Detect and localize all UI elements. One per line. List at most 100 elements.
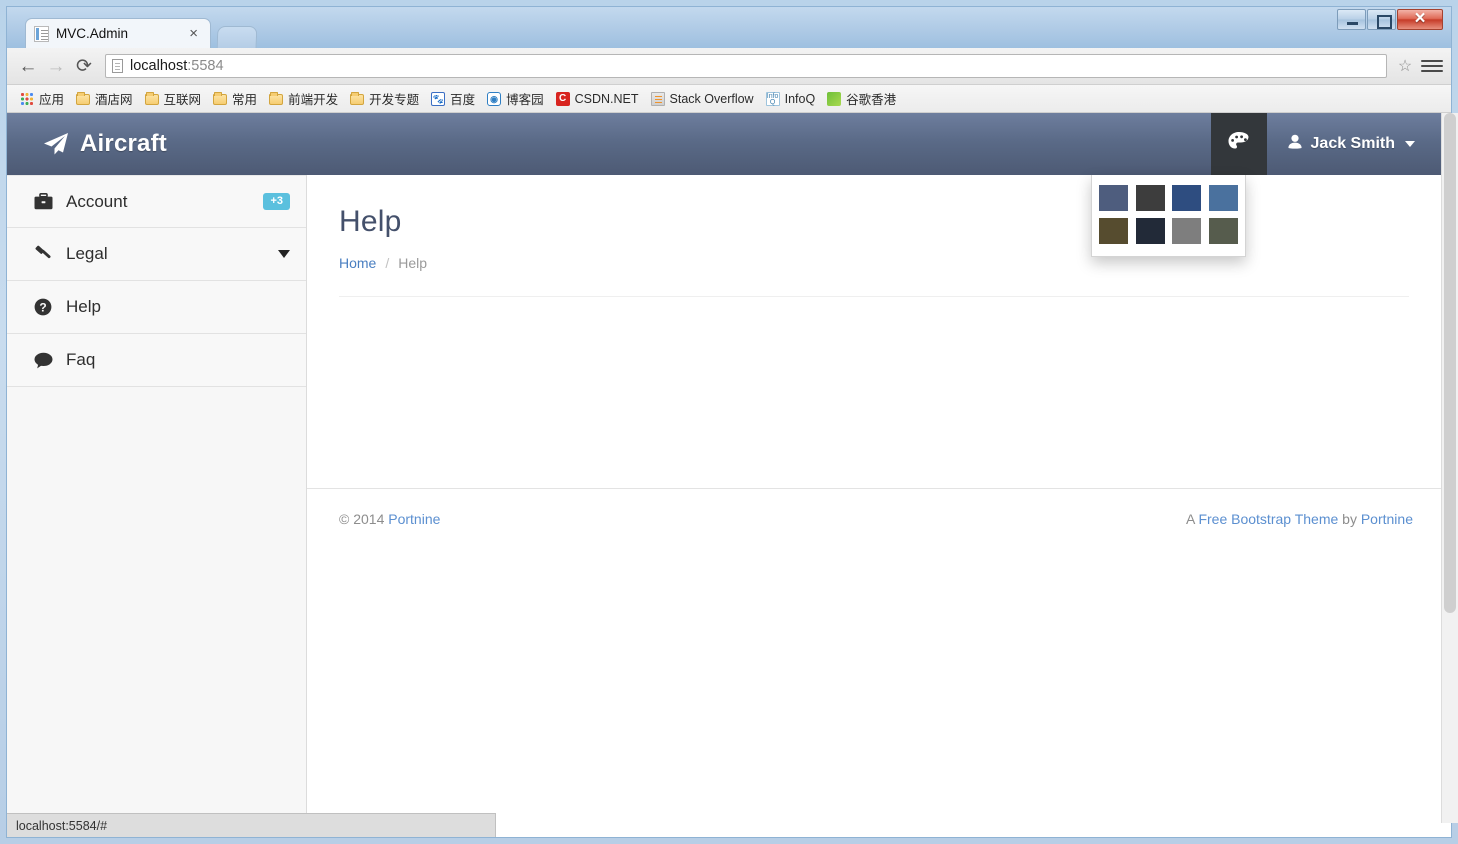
user-name: Jack Smith	[1310, 135, 1395, 152]
header-right: Jack Smith	[1210, 113, 1441, 175]
bookmarks-bar: 应用 酒店网 互联网 常用 前端开发 开发专题 🐾 百度 ◉ 博客园 C CSD…	[7, 85, 1451, 113]
browser-tab[interactable]: MVC.Admin ×	[25, 18, 211, 48]
bookmark-baidu[interactable]: 🐾 百度	[425, 87, 481, 110]
browser-tabstrip: MVC.Admin ×	[7, 7, 1451, 48]
page-viewport: Aircraft Jack Smith Account +3 Legal ? H…	[7, 113, 1441, 823]
google-icon	[827, 91, 842, 106]
scrollbar-thumb[interactable]	[1444, 113, 1456, 613]
bookmark-label: 应用	[39, 93, 65, 107]
tab-title: MVC.Admin	[56, 26, 129, 41]
csdn-icon: C	[555, 91, 570, 106]
url-path: :5584	[187, 58, 224, 74]
breadcrumb-current: Help	[398, 255, 428, 271]
infoq-icon: Info Q	[765, 91, 780, 106]
address-bar[interactable]: localhost :5584	[105, 54, 1387, 78]
swatch-theme-moss[interactable]	[1208, 218, 1238, 244]
user-icon	[1287, 134, 1303, 155]
gavel-icon	[31, 245, 55, 263]
bookmark-label: 百度	[450, 93, 476, 107]
back-icon[interactable]: ←	[15, 53, 41, 79]
page-scrollbar[interactable]	[1441, 113, 1458, 823]
hamburger-menu-icon[interactable]	[1421, 54, 1443, 78]
caret-down-icon	[1405, 141, 1415, 147]
footer-copyright: © 2014 Portnine	[339, 511, 440, 527]
app-header: Aircraft Jack Smith	[7, 113, 1441, 175]
bookmark-label: 互联网	[163, 93, 202, 107]
bookmark-csdn[interactable]: C CSDN.NET	[550, 90, 645, 108]
sidebar-item-legal[interactable]: Legal	[7, 228, 306, 281]
bookmark-label: 前端开发	[288, 93, 339, 107]
bookmark-apps[interactable]: 应用	[14, 87, 70, 110]
bookmark-jiudianwang[interactable]: 酒店网	[70, 87, 139, 110]
swatch-theme-slate-blue[interactable]	[1099, 185, 1129, 211]
sidebar-item-faq[interactable]: Faq	[7, 334, 306, 387]
sidebar-item-help[interactable]: ? Help	[7, 281, 306, 334]
swatch-theme-gray[interactable]	[1172, 218, 1202, 244]
close-window-icon[interactable]	[1397, 8, 1443, 30]
bookmark-google-hk[interactable]: 谷歌香港	[821, 87, 902, 110]
bookmark-star-icon[interactable]: ☆	[1393, 54, 1417, 78]
baidu-icon: 🐾	[431, 91, 446, 106]
footer-author-link[interactable]: Portnine	[1361, 511, 1413, 527]
close-icon[interactable]: ×	[185, 26, 202, 41]
sidebar-item-label: Faq	[66, 350, 96, 369]
bookmark-bokeyuan[interactable]: ◉ 博客园	[481, 87, 550, 110]
apps-grid-icon	[20, 91, 34, 106]
footer-credits-prefix: A	[1185, 511, 1195, 527]
sidebar-item-account[interactable]: Account +3	[7, 175, 306, 228]
bokeyuan-icon: ◉	[487, 91, 502, 106]
reload-icon[interactable]: ⟳	[71, 53, 97, 79]
swatch-theme-midnight[interactable]	[1135, 218, 1165, 244]
folder-icon	[350, 92, 365, 105]
footer-theme-link[interactable]: Free Bootstrap Theme	[1198, 511, 1338, 527]
bookmark-label: 开发专题	[369, 93, 420, 107]
folder-icon	[269, 92, 284, 105]
browser-window: MVC.Admin × ← → ⟳ localhost :5584 ☆	[6, 6, 1458, 838]
swatch-theme-navy[interactable]	[1172, 185, 1202, 211]
bookmark-changyong[interactable]: 常用	[207, 87, 263, 110]
new-tab-button[interactable]	[216, 26, 258, 48]
status-badge: +3	[263, 193, 290, 210]
bookmark-kaifazhuanti[interactable]: 开发专题	[344, 87, 425, 110]
user-menu[interactable]: Jack Smith	[1267, 113, 1441, 175]
bookmark-hulianwang[interactable]: 互联网	[139, 87, 208, 110]
swatch-theme-charcoal[interactable]	[1135, 185, 1165, 211]
forward-icon[interactable]: →	[43, 53, 69, 79]
sidebar-item-label: Account	[66, 191, 128, 211]
bookmark-label: 酒店网	[95, 93, 133, 107]
briefcase-icon	[31, 193, 55, 210]
window-controls	[1336, 8, 1443, 30]
comment-icon	[31, 352, 55, 369]
chevron-down-icon[interactable]	[278, 250, 290, 258]
footer-portnine-link[interactable]: Portnine	[388, 511, 440, 527]
theme-dropdown[interactable]	[1091, 175, 1246, 257]
bookmark-label: InfoQ	[784, 91, 816, 106]
breadcrumb-separator: /	[385, 255, 390, 271]
bookmark-infoq[interactable]: Info Q InfoQ	[760, 90, 822, 108]
theme-toggle-button[interactable]	[1210, 113, 1267, 175]
status-bar: localhost:5584/#	[7, 813, 496, 837]
bookmark-qianduankaifa[interactable]: 前端开发	[263, 87, 344, 110]
brand-name: Aircraft	[80, 130, 167, 157]
bookmark-label: 常用	[232, 93, 258, 107]
question-circle-icon: ?	[31, 298, 55, 316]
breadcrumb-home-link[interactable]: Home	[339, 255, 376, 271]
stackoverflow-icon	[650, 91, 665, 106]
main-content: Help Home / Help © 2014 Portnine A Free …	[307, 175, 1441, 823]
sidebar: Account +3 Legal ? Help Faq	[7, 175, 307, 823]
page-footer: © 2014 Portnine A Free Bootstrap Theme b…	[307, 488, 1441, 527]
folder-icon	[144, 92, 159, 105]
footer-credits-middle: by	[1342, 511, 1357, 527]
maximize-icon[interactable]	[1367, 9, 1396, 30]
page-info-icon[interactable]	[112, 59, 123, 73]
bookmark-stackoverflow[interactable]: Stack Overflow	[645, 90, 760, 108]
os-window: MVC.Admin × ← → ⟳ localhost :5584 ☆	[0, 0, 1458, 844]
browser-toolbar: ← → ⟳ localhost :5584 ☆	[7, 48, 1451, 85]
footer-credits: A Free Bootstrap Theme by Portnine	[1186, 511, 1413, 527]
brand-logo[interactable]: Aircraft	[7, 113, 167, 175]
swatch-theme-steel-blue[interactable]	[1208, 185, 1238, 211]
minimize-icon[interactable]	[1337, 9, 1366, 30]
svg-text:?: ?	[39, 300, 46, 314]
footer-copyright-text: © 2014	[339, 511, 385, 527]
swatch-theme-olive[interactable]	[1099, 218, 1129, 244]
